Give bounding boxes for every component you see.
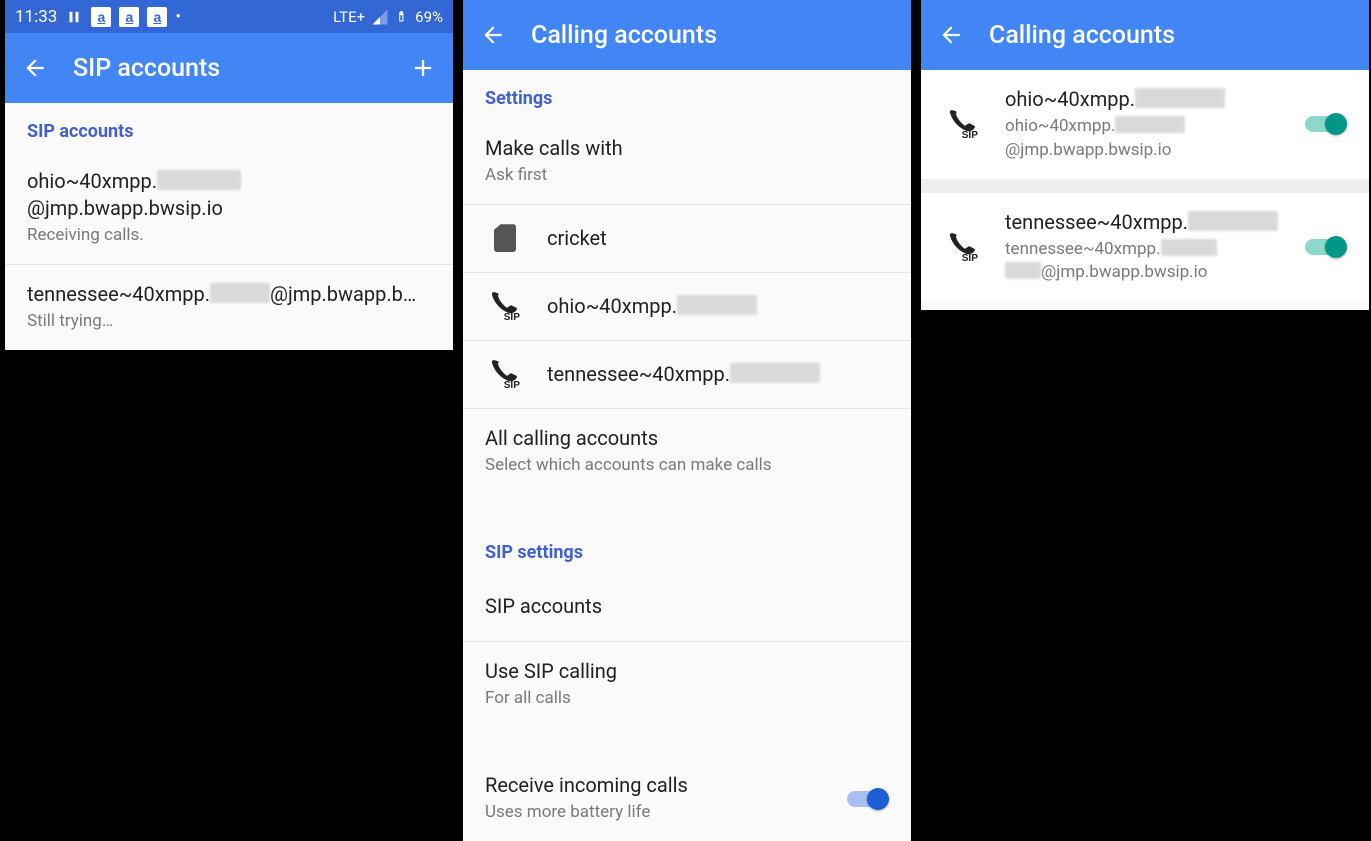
account-name: ohio~40xmpp.	[547, 293, 889, 320]
signal-icon	[371, 8, 389, 26]
app-bar: Calling accounts	[463, 0, 911, 70]
receive-calls-toggle[interactable]	[847, 787, 889, 811]
account-status: Still trying…	[27, 310, 431, 334]
account-address: tennessee~40xmpp.@jmp.bwapp.b…	[27, 281, 431, 308]
sip-phone-icon	[948, 109, 978, 139]
carrier-account-item[interactable]: cricket	[463, 204, 911, 272]
all-calling-accounts-item[interactable]: All calling accounts Select which accoun…	[463, 408, 911, 494]
arrow-back-icon	[938, 22, 964, 48]
sip-account-option[interactable]: ohio~40xmpp.	[463, 272, 911, 340]
sip-phone-icon	[490, 359, 520, 389]
sip-account-option[interactable]: tennessee~40xmpp.	[463, 340, 911, 408]
account-enable-toggle[interactable]	[1305, 112, 1347, 136]
battery-percent: 69%	[415, 8, 443, 26]
network-label: LTE+	[333, 8, 365, 26]
account-address: ohio~40xmpp.@jmp.bwapp.bwsip.io	[27, 168, 431, 222]
account-title: ohio~40xmpp.	[1005, 86, 1283, 113]
item-title: Receive incoming calls	[485, 772, 825, 799]
sim-card-icon	[494, 224, 516, 252]
section-header-sip-accounts: SIP accounts	[5, 103, 453, 152]
back-button[interactable]	[21, 54, 49, 82]
sip-account-item[interactable]: ohio~40xmpp.@jmp.bwapp.bwsip.io Receivin…	[5, 152, 453, 264]
add-account-button[interactable]	[409, 54, 437, 82]
notification-icon: a	[119, 7, 139, 27]
carrier-name: cricket	[547, 225, 889, 252]
app-bar: Calling accounts	[921, 0, 1369, 70]
account-status: Receiving calls.	[27, 224, 431, 248]
arrow-back-icon	[480, 22, 506, 48]
screenshot-sip-accounts: 11:33 a a a • LTE+ 69% SIP accounts SIP …	[5, 0, 453, 338]
account-title: tennessee~40xmpp.	[1005, 209, 1283, 236]
notification-icon: a	[91, 7, 111, 27]
item-title: Make calls with	[485, 135, 889, 162]
section-header-sip-settings: SIP settings	[463, 524, 911, 573]
sip-phone-icon	[948, 232, 978, 262]
account-subtitle: ohio~40xmpp.@jmp.bwapp.bwsip.io	[1005, 115, 1283, 163]
screenshot-calling-accounts-settings: Calling accounts Settings Make calls wit…	[463, 0, 911, 808]
plus-icon	[409, 54, 437, 82]
section-header-settings: Settings	[463, 70, 911, 119]
notification-icon: a	[147, 7, 167, 27]
item-title: Use SIP calling	[485, 658, 889, 685]
app-bar: SIP accounts	[5, 33, 453, 103]
item-subtitle: Ask first	[485, 164, 889, 188]
sip-accounts-item[interactable]: SIP accounts	[463, 573, 911, 641]
item-title: SIP accounts	[485, 593, 889, 620]
receive-incoming-calls-item[interactable]: Receive incoming calls Uses more battery…	[463, 756, 911, 841]
make-calls-with-item[interactable]: Make calls with Ask first	[463, 119, 911, 204]
status-bar: 11:33 a a a • LTE+ 69%	[5, 0, 453, 33]
page-title: Calling accounts	[531, 21, 717, 50]
battery-icon	[395, 7, 409, 27]
item-subtitle: For all calls	[485, 687, 889, 711]
page-title: SIP accounts	[73, 54, 220, 83]
back-button[interactable]	[937, 21, 965, 49]
item-title: All calling accounts	[485, 425, 889, 452]
pause-icon	[65, 8, 83, 26]
screenshot-calling-accounts-toggles: Calling accounts ohio~40xmpp. ohio~40xmp…	[921, 0, 1369, 310]
account-name: tennessee~40xmpp.	[547, 361, 889, 388]
page-title: Calling accounts	[989, 21, 1175, 50]
sip-phone-icon	[490, 291, 520, 321]
arrow-back-icon	[22, 55, 48, 81]
account-subtitle: tennessee~40xmpp.@jmp.bwapp.bwsip.io	[1005, 238, 1283, 286]
calling-account-row[interactable]: ohio~40xmpp. ohio~40xmpp.@jmp.bwapp.bwsi…	[921, 70, 1369, 179]
sip-account-item[interactable]: tennessee~40xmpp.@jmp.bwapp.b… Still try…	[5, 264, 453, 350]
more-notifications-dot: •	[175, 7, 181, 27]
status-time: 11:33	[15, 7, 57, 27]
item-subtitle: Select which accounts can make calls	[485, 454, 889, 478]
back-button[interactable]	[479, 21, 507, 49]
account-enable-toggle[interactable]	[1305, 235, 1347, 259]
use-sip-calling-item[interactable]: Use SIP calling For all calls	[463, 641, 911, 727]
calling-account-row[interactable]: tennessee~40xmpp. tennessee~40xmpp.@jmp.…	[921, 193, 1369, 302]
